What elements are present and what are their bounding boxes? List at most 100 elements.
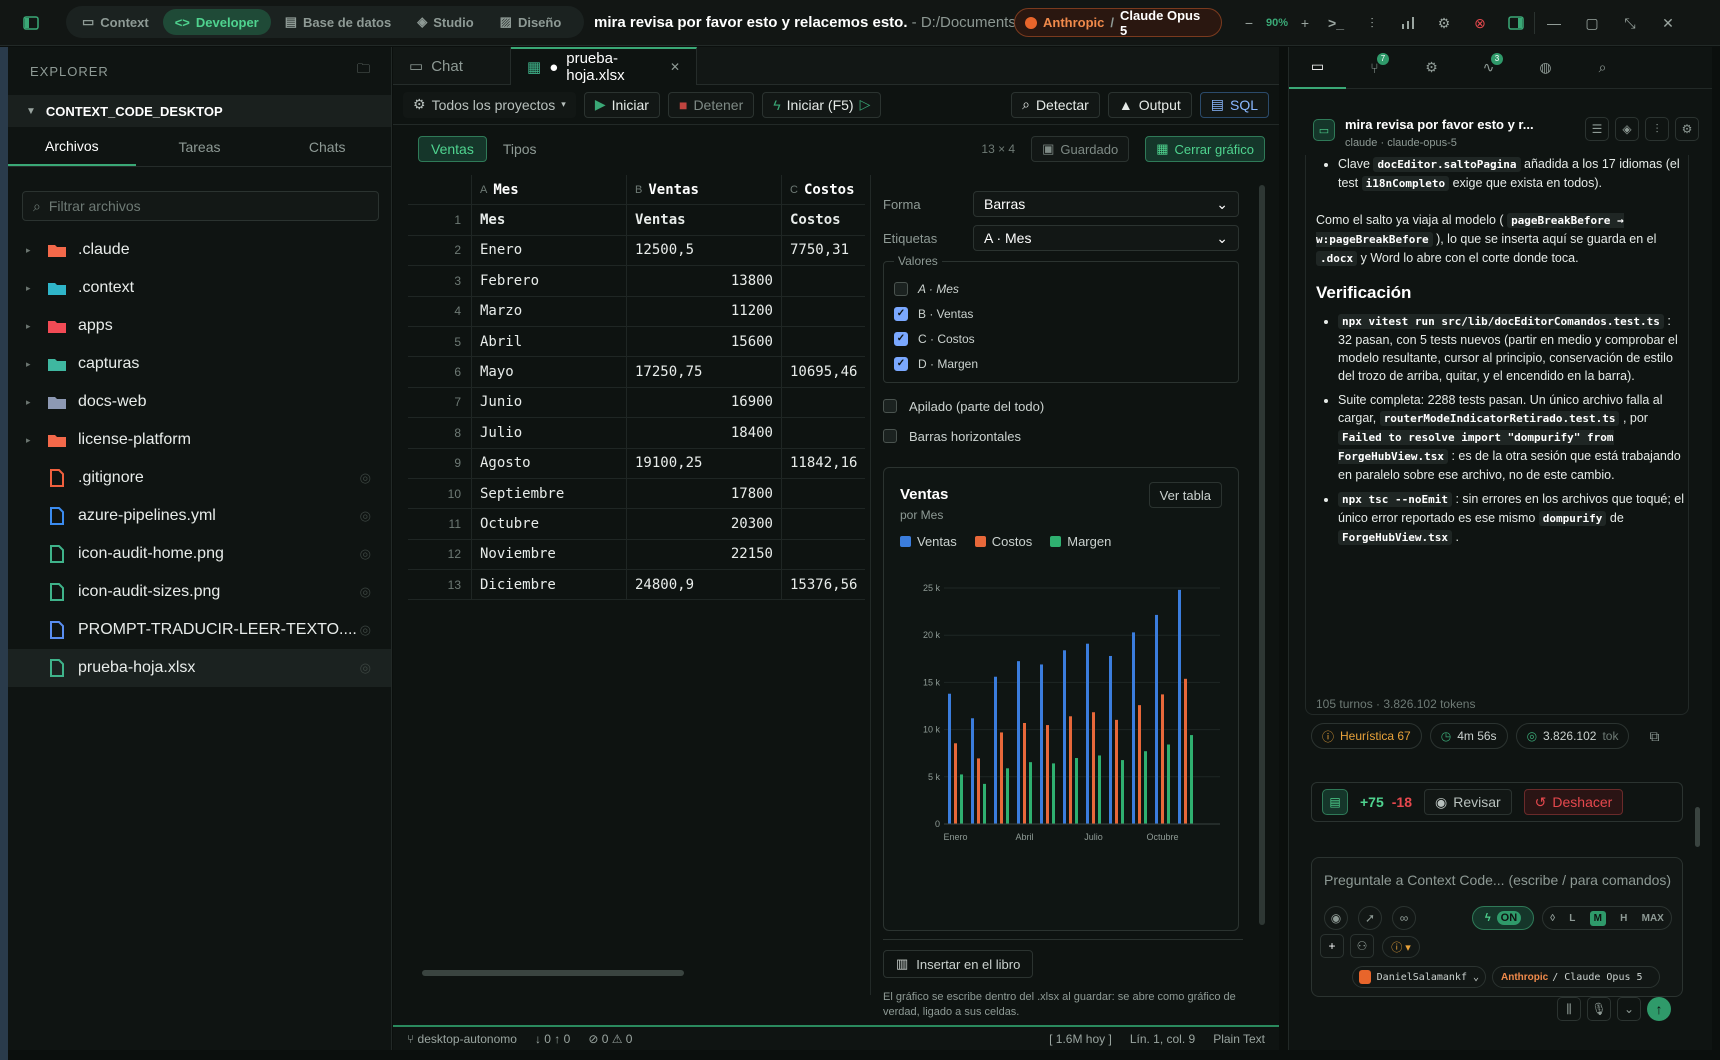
value-checkbox[interactable]: ✓ [894,356,908,371]
layers-icon[interactable]: ◈ [1615,117,1639,141]
labels-select[interactable]: A · Mes ⌄ [973,225,1239,251]
users-icon[interactable]: ⚇ [1350,934,1374,958]
bar[interactable] [1046,725,1049,824]
panel-right-icon[interactable] [1498,15,1534,31]
cell-b[interactable]: 19100,25 [627,448,782,478]
level-h[interactable]: H [1620,913,1627,924]
sheet-tab-tipos[interactable]: Tipos [503,141,537,157]
eye-toggle-icon[interactable]: ◉ [1324,906,1348,930]
cell-b[interactable]: 24800,9 [627,570,782,600]
bar[interactable] [954,743,957,824]
cell-c[interactable] [782,479,865,508]
horizontal-scrollbar[interactable] [422,970,684,976]
detect-button[interactable]: ⌕ Detectar [1011,91,1100,118]
cell-c[interactable]: 10695,46 [782,357,865,386]
file-tree-item[interactable]: ▸ license-platform [8,421,391,459]
file-tree-item[interactable]: icon-audit-home.png ◎ [8,535,391,573]
sliders-icon[interactable]: ⫶ [1645,117,1669,141]
value-checkbox[interactable]: ✓ [894,306,908,321]
bar[interactable] [994,676,997,824]
settings-tab[interactable]: ⚙ [1403,47,1460,89]
bar[interactable] [977,758,980,824]
cell-c[interactable] [782,509,865,538]
bar[interactable] [1075,758,1078,824]
level-m[interactable]: M [1589,910,1606,926]
legend-item[interactable]: Ventas [900,534,957,549]
compress-icon[interactable]: ⤡ [1611,15,1649,32]
bar[interactable] [1178,589,1181,824]
cell-a[interactable]: Mes [472,205,627,235]
bar[interactable] [1121,760,1124,824]
bar[interactable] [960,774,963,824]
bar[interactable] [1006,768,1009,824]
zoom-in-icon[interactable]: + [1292,15,1318,31]
sidebar-toggle-icon[interactable] [8,0,54,46]
cell-b[interactable]: 12500,5 [627,235,782,266]
file-tree-item[interactable]: PROMPT-TRADUCIR-LEER-TEXTO.... ◎ [8,611,391,649]
model-selector[interactable]: Anthropic / Claude Opus 5 [1014,8,1222,38]
close-tab-icon[interactable]: ✕ [670,60,680,74]
cell-c[interactable]: 7750,31 [782,236,865,265]
bar[interactable] [1023,722,1026,824]
input-model-selector[interactable]: Anthropic / Claude Opus 5 [1492,966,1660,988]
cell-b[interactable]: 18400 [627,418,782,448]
run-f5-button[interactable]: ϟ Iniciar (F5) ▷ [762,91,882,118]
chat-scrollbar[interactable] [1695,807,1700,847]
file-tree-item[interactable]: ▸ docs-web [8,383,391,421]
bar[interactable] [1029,762,1032,824]
value-option[interactable]: ✓ B · Ventas [894,301,1228,326]
rocket-icon[interactable]: ➚ [1358,906,1382,930]
view-table-button[interactable]: Ver tabla [1148,482,1222,508]
heuristic-pill[interactable]: ⓘ Heurística 67 [1311,723,1422,749]
bar[interactable] [1086,643,1089,824]
problems-indicator[interactable]: ⊘ 0 ⚠ 0 [588,1032,632,1046]
cell-c[interactable] [782,540,865,569]
search-tab[interactable]: ⌕ [1574,47,1631,89]
cell-a[interactable]: Enero [472,235,627,266]
file-tree-item[interactable]: ▸ apps [8,307,391,345]
cell-a[interactable]: Agosto [472,448,627,478]
bar[interactable] [1063,650,1066,824]
fast-mode-toggle[interactable]: ϟ ON [1472,906,1534,930]
zoom-out-icon[interactable]: − [1236,15,1262,31]
cell-a[interactable]: Julio [472,418,627,448]
cell-a[interactable]: Marzo [472,296,627,326]
file-tree-item[interactable]: azure-pipelines.yml ◎ [8,497,391,535]
cell-a[interactable]: Junio [472,387,627,418]
list-icon[interactable]: ☰ [1585,117,1609,141]
tab-chats[interactable]: Chats [263,127,391,166]
bar[interactable] [1092,712,1095,824]
undo-button[interactable]: ↺ Deshacer [1523,789,1624,815]
cell-c[interactable]: 15376,56 [782,570,865,599]
activity-tab[interactable]: ∿ 3 [1460,47,1517,89]
projects-dropdown[interactable]: ⚙ Todos los proyectos ▾ [403,91,576,118]
tab-archivos[interactable]: Archivos [8,127,136,166]
user-selector[interactable]: DanielSalamankf ⌄ [1352,966,1486,988]
cell-c[interactable] [782,418,865,447]
sliders-icon[interactable]: ⫶ [1354,15,1390,32]
microphone-icon[interactable]: 🎙 [1587,997,1611,1021]
file-tree-item[interactable]: ▸ .claude [8,231,391,269]
sql-button[interactable]: ▤ SQL [1199,91,1269,118]
level-l[interactable]: L [1569,913,1575,924]
bar[interactable] [1190,735,1193,824]
bar[interactable] [1161,694,1164,824]
chevron-down-icon[interactable]: ⌄ [1617,997,1641,1021]
file-tree-item[interactable]: .gitignore ◎ [8,459,391,497]
bar[interactable] [1132,632,1135,824]
legend-item[interactable]: Costos [974,534,1032,549]
copy-icon[interactable]: ⧉ [1649,728,1659,745]
nav-design[interactable]: ▨ Diseño [488,9,574,35]
cell-b[interactable]: Ventas [627,205,782,235]
branch-indicator[interactable]: ⑂ desktop-autonomo [407,1032,517,1046]
vertical-scrollbar[interactable] [1259,185,1265,925]
legend-item[interactable]: Margen [1050,534,1111,549]
settings-icon[interactable]: ⚙ [1426,15,1462,32]
bar[interactable] [1109,655,1112,824]
status-dropdown[interactable]: ⓘ ▾ [1382,936,1420,958]
horizontal-checkbox[interactable] [883,429,897,443]
stop-button[interactable]: ■ Detener [667,91,755,118]
cell-a[interactable]: Febrero [472,266,627,296]
sync-indicator[interactable]: ↓ 0 ↑ 0 [535,1032,570,1046]
cell-a[interactable]: Mayo [472,357,627,387]
